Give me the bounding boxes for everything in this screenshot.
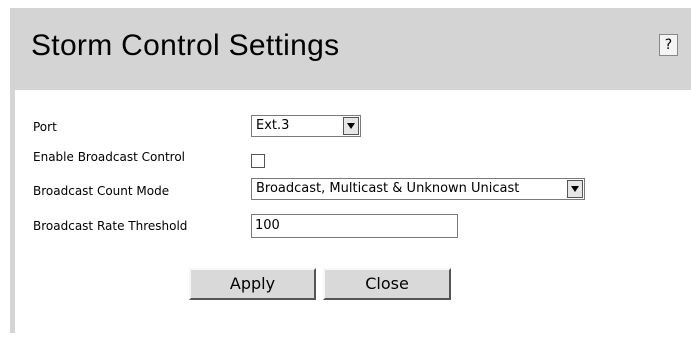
chevron-down-icon[interactable] xyxy=(343,117,359,135)
close-button[interactable]: Close xyxy=(323,268,451,300)
count-mode-select[interactable]: Broadcast, Multicast & Unknown Unicast xyxy=(251,178,585,200)
apply-button[interactable]: Apply xyxy=(189,268,316,300)
chevron-down-icon[interactable] xyxy=(567,180,583,198)
dialog-header: Storm Control Settings ? xyxy=(10,8,691,89)
settings-form: Port Ext.3 Enable Broadcast Control Broa… xyxy=(15,90,691,333)
port-select-value: Ext.3 xyxy=(256,118,290,133)
count-mode-label: Broadcast Count Mode xyxy=(33,184,170,198)
help-button[interactable]: ? xyxy=(659,34,678,56)
enable-broadcast-label: Enable Broadcast Control xyxy=(33,150,186,164)
rate-threshold-value: 100 xyxy=(255,218,280,233)
rate-threshold-label: Broadcast Rate Threshold xyxy=(33,219,188,233)
port-select[interactable]: Ext.3 xyxy=(251,115,361,137)
rate-threshold-input[interactable]: 100 xyxy=(251,214,458,238)
page-title: Storm Control Settings xyxy=(31,29,340,62)
count-mode-select-value: Broadcast, Multicast & Unknown Unicast xyxy=(256,181,520,196)
enable-broadcast-checkbox[interactable] xyxy=(251,154,265,168)
port-label: Port xyxy=(33,120,57,134)
storm-control-dialog: Storm Control Settings ? Port Ext.3 Enab… xyxy=(10,8,691,333)
